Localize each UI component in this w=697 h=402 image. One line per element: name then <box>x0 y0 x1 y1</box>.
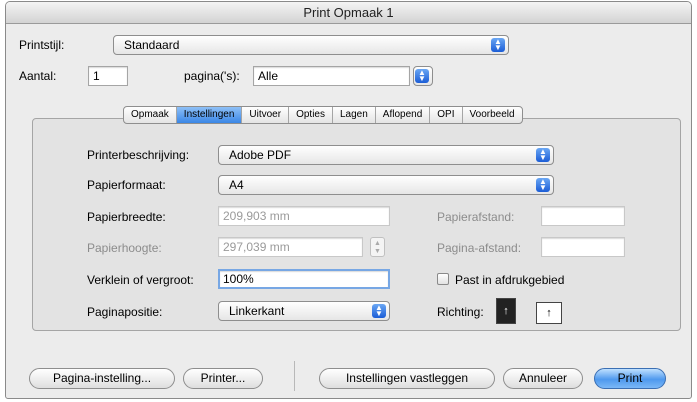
up-down-arrows-icon: ▲ ▼ <box>491 38 505 52</box>
fit-in-print-area-label: Past in afdrukgebied <box>455 273 565 287</box>
paper-size-value: A4 <box>229 178 244 192</box>
paper-gap-field[interactable] <box>541 206 625 226</box>
page-gap-field[interactable] <box>541 237 625 257</box>
printstijl-value: Standaard <box>124 38 180 52</box>
paper-width-label: Papierbreedte: <box>87 210 166 224</box>
paper-height-label: Papierhoogte: <box>87 241 162 255</box>
page-gap-label: Pagina-afstand: <box>437 241 522 255</box>
paper-height-field[interactable]: 297,039 mm <box>218 237 363 257</box>
tab-opmaak[interactable]: Opmaak <box>124 107 177 123</box>
page-position-label: Paginapositie: <box>87 305 163 319</box>
window-title: Print Opmaak 1 <box>6 2 691 24</box>
page-position-value: Linkerkant <box>229 304 285 318</box>
tab-opi[interactable]: OPI <box>430 107 463 123</box>
scale-field[interactable]: 100% <box>218 269 390 289</box>
tab-bar: Opmaak Instellingen Uitvoer Opties Lagen… <box>123 106 523 124</box>
paper-size-label: Papierformaat: <box>87 178 166 192</box>
tab-voorbeeld[interactable]: Voorbeeld <box>463 107 522 123</box>
page-setup-button[interactable]: Pagina-instelling... <box>29 368 175 389</box>
portrait-orientation-icon[interactable]: ↑ <box>496 298 516 324</box>
print-dialog: Print Opmaak 1 Printstijl: Standaard ▲ ▼ … <box>5 1 692 399</box>
tab-uitvoer[interactable]: Uitvoer <box>242 107 290 123</box>
stepper-icon[interactable]: ▲ ▼ <box>370 237 385 257</box>
printer-description-popup[interactable]: Adobe PDF ▲ ▼ <box>218 145 554 165</box>
up-down-arrows-icon: ▲ ▼ <box>536 148 550 162</box>
tab-instellingen[interactable]: Instellingen <box>176 107 243 123</box>
up-down-arrows-icon: ▲ ▼ <box>372 304 386 318</box>
up-down-arrows-icon: ▲ ▼ <box>415 69 429 83</box>
tab-opties[interactable]: Opties <box>289 107 333 123</box>
paginas-field[interactable]: Alle <box>253 66 410 86</box>
paper-width-field[interactable]: 209,903 mm <box>218 206 390 226</box>
paper-size-popup[interactable]: A4 ▲ ▼ <box>218 175 554 195</box>
aantal-field[interactable]: 1 <box>88 66 128 86</box>
cancel-button[interactable]: Annuleer <box>503 368 583 389</box>
up-down-arrows-icon: ▲ ▼ <box>536 178 550 192</box>
print-button[interactable]: Print <box>594 368 666 389</box>
tab-aflopend[interactable]: Aflopend <box>376 107 431 123</box>
printstijl-popup[interactable]: Standaard ▲ ▼ <box>113 35 509 55</box>
printer-description-value: Adobe PDF <box>229 148 292 162</box>
orientation-label: Richting: <box>437 305 484 319</box>
button-separator <box>294 361 295 391</box>
aantal-label: Aantal: <box>19 69 57 83</box>
printstijl-label: Printstijl: <box>19 38 65 52</box>
page-position-popup[interactable]: Linkerkant ▲ ▼ <box>218 301 390 321</box>
scale-label: Verklein of vergroot: <box>87 273 194 287</box>
paginas-label: pagina('s): <box>184 69 240 83</box>
save-settings-button[interactable]: Instellingen vastleggen <box>319 368 495 389</box>
paper-gap-label: Papierafstand: <box>437 210 515 224</box>
paginas-popup[interactable]: ▲ ▼ <box>413 66 433 86</box>
printer-description-label: Printerbeschrijving: <box>87 148 190 162</box>
tab-lagen[interactable]: Lagen <box>333 107 376 123</box>
printer-button[interactable]: Printer... <box>183 368 263 389</box>
landscape-orientation-icon[interactable]: ↑ <box>536 302 562 324</box>
fit-in-print-area-checkbox[interactable] <box>437 273 449 285</box>
